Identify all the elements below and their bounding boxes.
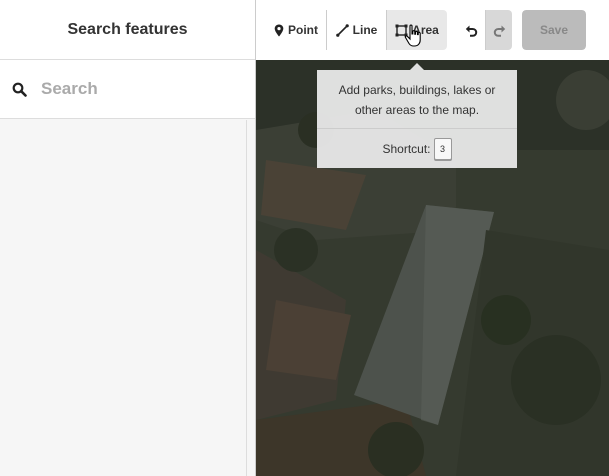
undo-button[interactable]: [458, 10, 485, 50]
redo-button[interactable]: [485, 10, 512, 50]
add-point-button[interactable]: Point: [266, 10, 326, 50]
line-icon: [335, 23, 349, 37]
search-bar: [0, 60, 255, 119]
sidebar: Search features: [0, 0, 256, 476]
redo-icon: [493, 25, 505, 37]
tooltip-description: Add parks, buildings, lakes or other are…: [338, 83, 496, 117]
feature-list: [0, 120, 255, 476]
sidebar-title: Search features: [67, 20, 188, 38]
area-tooltip: Add parks, buildings, lakes or other are…: [317, 63, 517, 168]
hand-cursor-icon: [404, 24, 421, 47]
map-pin-icon: [274, 24, 284, 36]
save-button[interactable]: Save: [522, 10, 586, 50]
save-button-group: Save: [522, 10, 586, 50]
sidebar-resizer[interactable]: [246, 120, 247, 476]
shortcut-key: 3: [433, 138, 452, 160]
history-button-group: [458, 10, 512, 50]
shortcut-label: Shortcut:: [382, 142, 431, 156]
search-input[interactable]: [39, 78, 243, 100]
line-label: Line: [352, 23, 378, 37]
sidebar-header: Search features: [0, 0, 255, 60]
point-label: Point: [288, 23, 318, 37]
search-icon: [12, 82, 27, 97]
top-toolbar: Point Line Area Save: [256, 0, 609, 60]
undo-icon: [465, 25, 478, 37]
add-line-button[interactable]: Line: [326, 10, 386, 50]
tooltip-shortcut: Shortcut: 3: [317, 128, 517, 168]
